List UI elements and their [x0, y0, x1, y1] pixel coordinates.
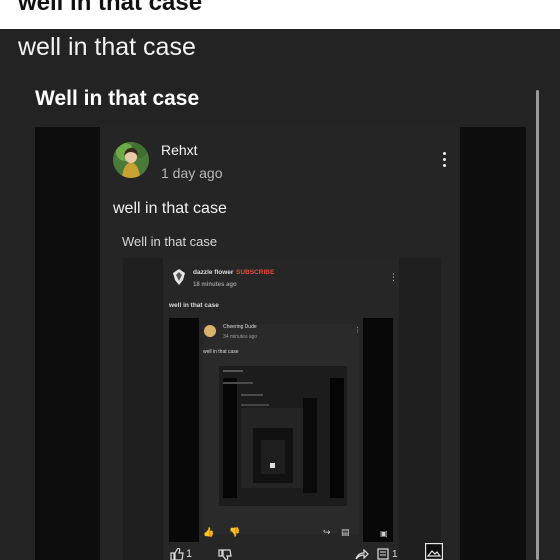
left-dark-panel	[35, 127, 100, 560]
scrollbar[interactable]	[536, 90, 539, 560]
nested2-time: 34 minutes ago	[223, 334, 258, 340]
nested-center-mark	[270, 463, 275, 468]
share-icon[interactable]	[355, 549, 369, 560]
nested3-right-panel	[330, 378, 344, 498]
avatar[interactable]	[113, 142, 149, 178]
nested-right-panel	[363, 318, 393, 542]
dislike-icon[interactable]	[218, 549, 232, 560]
more-options-icon[interactable]	[437, 150, 451, 172]
nested2-comment-text: well in that case	[203, 349, 239, 355]
comment-timestamp: 1 day ago	[161, 165, 223, 181]
nested3-left-panel	[223, 378, 237, 498]
top-header-bar: well in that case	[0, 0, 560, 29]
nested-text-line	[223, 382, 253, 384]
nested4-right-panel	[303, 398, 317, 493]
nested-more-icon: ⋮	[389, 272, 398, 282]
nested-image-icon: ▣	[380, 529, 388, 538]
nested-comment-icon: ▤	[341, 527, 350, 537]
nested-text-line	[241, 404, 269, 406]
like-icon[interactable]	[170, 548, 184, 560]
card-title: Well in that case	[35, 87, 200, 110]
header-title: well in that case	[18, 0, 203, 16]
comment-icon[interactable]	[377, 548, 389, 560]
nested-comment-text: well in that case	[169, 302, 219, 309]
comment-author[interactable]: Rehxt	[161, 142, 198, 158]
nested2-author: Cheering Dude	[223, 324, 257, 330]
comment-count: 1	[392, 549, 398, 560]
nested6-card	[261, 440, 285, 474]
nested2-avatar	[204, 325, 216, 337]
post-title: well in that case	[18, 33, 196, 61]
right-dark-panel	[460, 127, 526, 560]
nested-dot: ·	[230, 269, 233, 276]
nested-left-panel	[169, 318, 199, 542]
nested-screenshot-image: dazzle flower · SUBSCRIBE 18 minutes ago…	[123, 258, 441, 560]
comment-text: well in that case	[113, 200, 227, 217]
nested-author: dazzle flower	[193, 269, 234, 276]
nested-time: 18 minutes ago	[193, 282, 237, 288]
nested-dislike-icon: 👎	[229, 527, 241, 537]
nested-subscribe-label: SUBSCRIBE	[236, 269, 275, 276]
nested-text-line	[223, 370, 243, 372]
image-icon[interactable]	[425, 543, 443, 560]
nested2-more-icon: ⋮	[354, 327, 361, 334]
like-count: 1	[186, 548, 193, 560]
nested-like-icon: 👍	[203, 527, 215, 537]
nested-share-icon: ↪	[323, 527, 331, 537]
nested-text-line	[241, 394, 263, 396]
nested-avatar-icon	[173, 269, 185, 285]
quoted-post-title: Well in that case	[122, 234, 218, 249]
